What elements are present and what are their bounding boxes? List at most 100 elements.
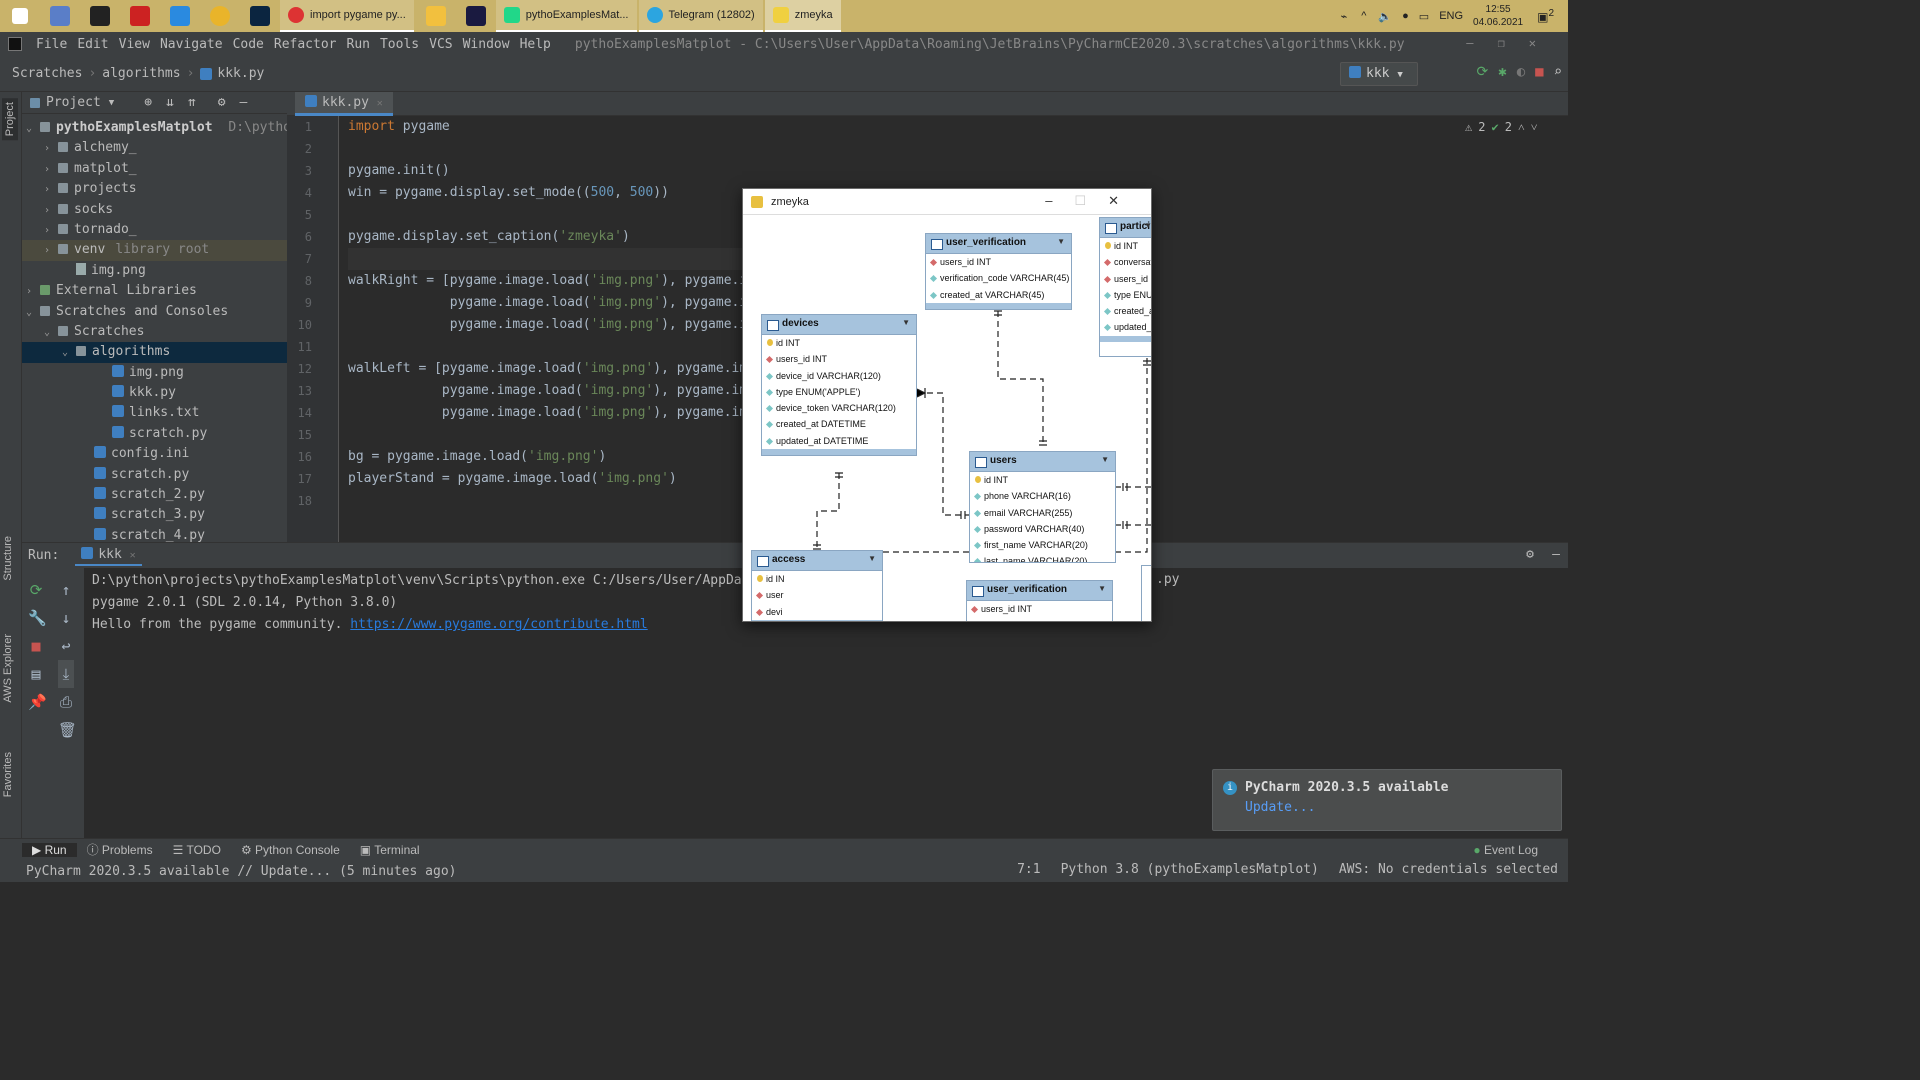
menu-code[interactable]: Code (229, 37, 268, 52)
tree-item[interactable]: img.png (22, 261, 287, 281)
network-icon[interactable]: ⌁ (1341, 10, 1348, 23)
chrome-icon[interactable] (200, 0, 240, 32)
chevron-down-icon[interactable]: ˅ (1531, 120, 1538, 135)
rerun-icon[interactable]: ⟳ (28, 576, 44, 604)
breadcrumb-algorithms[interactable]: algorithms (102, 66, 180, 81)
gear-icon[interactable]: ⚙ (1526, 547, 1534, 562)
tree-item[interactable]: ⌄ Scratches and Consoles (22, 302, 287, 322)
trash-icon[interactable]: 🗑 (58, 716, 77, 744)
arrow-down-icon[interactable]: ↓ (58, 604, 74, 632)
tree-item[interactable]: scratch_2.py (22, 485, 287, 505)
taskbar-task[interactable]: import pygame py... (280, 0, 414, 32)
wrench-icon[interactable]: 🔧 (28, 604, 47, 632)
stop-icon[interactable]: ■ (1535, 64, 1543, 80)
contribute-link[interactable]: https://www.pygame.org/contribute.html (350, 617, 647, 632)
vscode-icon[interactable] (160, 0, 200, 32)
menu-vcs[interactable]: VCS (425, 37, 456, 52)
arrow-up-icon[interactable]: ↑ (58, 576, 74, 604)
volume-icon[interactable]: 🔈 (1378, 10, 1392, 23)
print-icon[interactable]: ⎙ (58, 688, 74, 716)
menu-view[interactable]: View (115, 37, 154, 52)
breadcrumb-scratches[interactable]: Scratches (12, 66, 82, 81)
code-line[interactable]: pygame.image.load('img.png'), pygame.ima… (348, 402, 743, 424)
caret-position[interactable]: 7:1 (1017, 862, 1040, 877)
tree-item[interactable]: › projects (22, 179, 287, 199)
chevron-up-icon[interactable]: ˄ (1518, 120, 1525, 135)
tree-item[interactable]: › External Libraries (22, 281, 287, 301)
breadcrumb-file[interactable]: kkk.py (217, 66, 264, 81)
aws-explorer-tool-tab[interactable]: AWS Explorer (2, 634, 14, 703)
status-message[interactable]: PyCharm 2020.3.5 available // Update... … (26, 864, 456, 879)
pinned-app-icon[interactable] (40, 0, 80, 32)
microphone-icon[interactable]: ● (1402, 10, 1409, 22)
scroll-to-end-icon[interactable]: ⤓ (58, 660, 74, 688)
expand-all-icon[interactable]: ⇊ (166, 95, 174, 110)
maximize-icon[interactable]: ☐ (1074, 193, 1108, 208)
chevron-right-icon[interactable]: › (26, 282, 40, 302)
tree-root[interactable]: ⌄ pythoExamplesMatplot D:\pytho (22, 118, 287, 138)
code-line[interactable]: pygame.init() (348, 160, 743, 182)
chevron-down-icon[interactable]: ▼ (109, 98, 114, 108)
tree-item[interactable]: config.ini (22, 444, 287, 464)
locate-icon[interactable]: ⊕ (144, 95, 152, 110)
chevron-down-icon[interactable]: ⌄ (26, 303, 40, 323)
chevron-right-icon[interactable]: › (44, 180, 58, 200)
tree-item[interactable]: scratch.py (22, 424, 287, 444)
search-icon[interactable]: ⌕ (1554, 64, 1562, 80)
code-line[interactable] (348, 336, 743, 358)
menu-navigate[interactable]: Navigate (156, 37, 227, 52)
restore-icon[interactable]: ❐ (1498, 36, 1529, 50)
favorites-tool-tab[interactable]: Favorites (2, 752, 14, 797)
code-line[interactable]: playerStand = pygame.image.load('img.png… (348, 468, 743, 490)
taskbar-task[interactable]: Telegram (12802) (638, 0, 763, 32)
tree-item[interactable]: scratch_3.py (22, 505, 287, 525)
layout-icon[interactable]: ▤ (28, 660, 44, 688)
todo-tool-button[interactable]: ☰ TODO (163, 843, 231, 857)
problems-tool-button[interactable]: ⓘ Problems (77, 841, 163, 858)
chevron-down-icon[interactable]: ⌄ (44, 323, 58, 343)
hide-icon[interactable]: — (1552, 547, 1560, 562)
code-line[interactable] (348, 424, 743, 446)
debug-icon[interactable]: ✱ (1498, 64, 1506, 80)
close-icon[interactable]: ✕ (1108, 193, 1141, 208)
code-line[interactable]: pygame.display.set_caption('zmeyka') (348, 226, 743, 248)
terminal-tool-button[interactable]: ▣ Terminal (350, 843, 430, 857)
close-icon[interactable]: ✕ (130, 550, 136, 561)
taskbar-task[interactable]: pythoExamplesMat... (495, 0, 637, 32)
code-line[interactable]: pygame.image.load('img.png'), pygame.ima… (348, 314, 743, 336)
menu-help[interactable]: Help (516, 37, 555, 52)
code-line[interactable] (348, 248, 743, 270)
close-icon[interactable]: ✕ (1529, 36, 1560, 50)
aws-status[interactable]: AWS: No credentials selected (1339, 862, 1558, 877)
structure-tool-tab[interactable]: Structure (2, 536, 14, 581)
windows-start-icon[interactable] (0, 0, 40, 32)
interpreter-selector[interactable]: Python 3.8 (pythoExamplesMatplot) (1061, 862, 1319, 877)
tree-item[interactable]: links.txt (22, 403, 287, 423)
chevron-right-icon[interactable]: › (44, 241, 58, 261)
code-editor[interactable]: import pygame pygame.init() win = pygame.d… (348, 116, 743, 542)
tree-item[interactable]: › alchemy_ (22, 138, 287, 158)
tree-item[interactable]: › matplot_ (22, 159, 287, 179)
project-view-selector[interactable]: Project (46, 95, 101, 110)
code-line[interactable]: pygame.image.load('img.png'), pygame.ima… (348, 292, 743, 314)
notification-update-link[interactable]: Update... (1245, 800, 1315, 815)
tree-item[interactable]: scratch.py (22, 465, 287, 485)
keyboard-icon[interactable]: ▭ (1419, 10, 1429, 23)
pdf-icon[interactable] (120, 0, 160, 32)
chevron-right-icon[interactable]: › (44, 160, 58, 180)
code-line[interactable]: pygame.image.load('img.png'), pygame.ima… (348, 380, 743, 402)
language-indicator[interactable]: ENG (1439, 10, 1463, 22)
run-tool-button[interactable]: ▶ Run (22, 842, 77, 857)
menu-run[interactable]: Run (343, 37, 374, 52)
chevron-down-icon[interactable]: ⌄ (62, 343, 76, 363)
collapse-all-icon[interactable]: ⇈ (188, 95, 196, 110)
event-log-button[interactable]: ● Event Log (1463, 843, 1548, 857)
editor-tab-kkk[interactable]: kkk.py ✕ (295, 92, 393, 116)
tree-item[interactable]: › socks (22, 200, 287, 220)
tree-item[interactable]: ⌄ Scratches (22, 322, 287, 342)
taskbar-task[interactable]: zmeyka (764, 0, 841, 32)
chevron-down-icon[interactable]: ⌄ (26, 119, 40, 139)
terminal-icon[interactable] (80, 0, 120, 32)
soft-wrap-icon[interactable]: ↩ (58, 632, 74, 660)
tree-item[interactable]: › venv library root (22, 240, 287, 261)
